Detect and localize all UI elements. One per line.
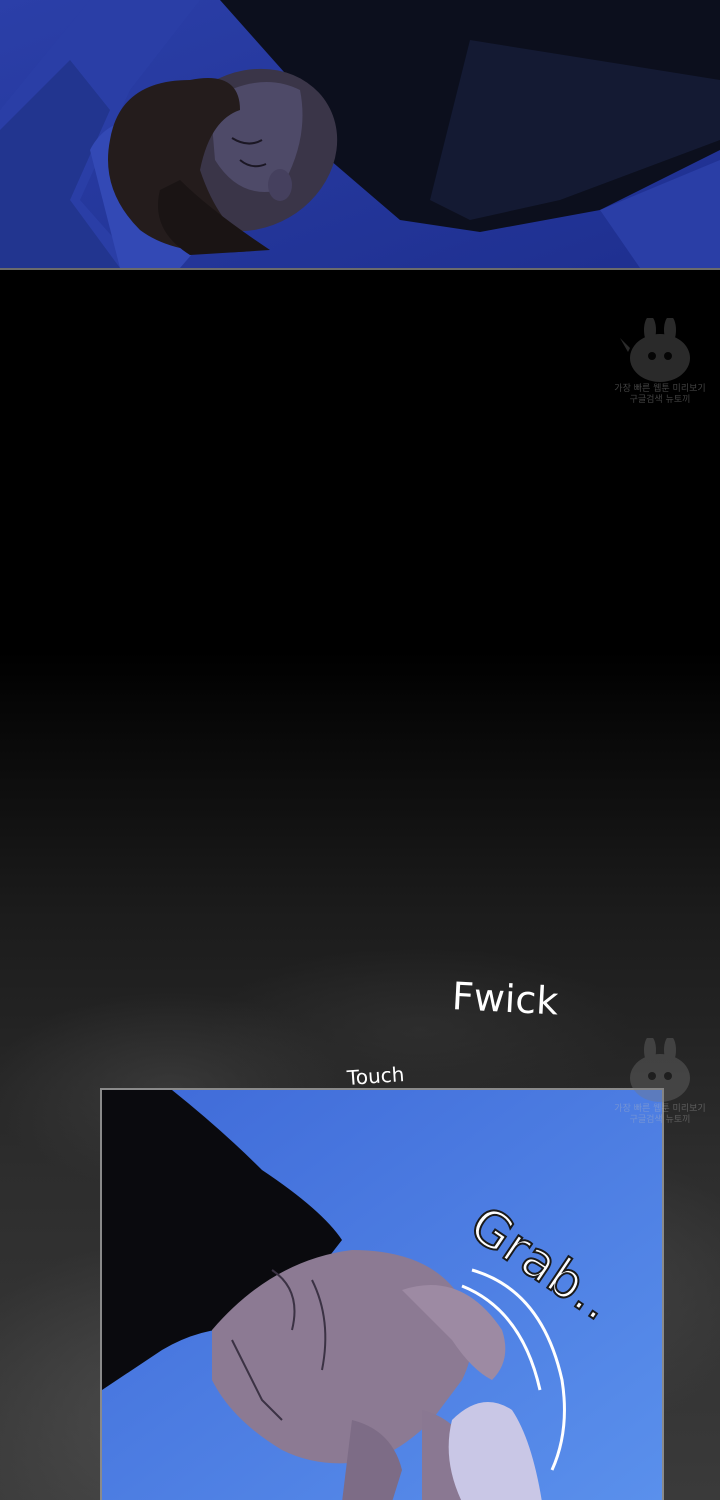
watermark-badge: 가장 빠른 웹툰 미리보기 구글검색 뉴토끼: [610, 1038, 710, 1128]
watermark-text: 가장 빠른 웹툰 미리보기 구글검색 뉴토끼: [610, 384, 710, 406]
watermark-text: 가장 빠른 웹툰 미리보기 구글검색 뉴토끼: [610, 1104, 710, 1126]
watermark-line2: 구글검색 뉴토끼: [629, 395, 691, 405]
sfx-fwick: Fwick: [450, 974, 560, 1024]
rabbit-logo-icon: [620, 318, 690, 382]
sleeping-figure-illustration: [0, 0, 720, 268]
watermark-badge: 가장 빠른 웹툰 미리보기 구글검색 뉴토끼: [610, 318, 710, 408]
panel-sleeping-figure: [0, 0, 720, 270]
comic-page: 가장 빠른 웹툰 미리보기 구글검색 뉴토끼 Fwick Touch 가장 빠른…: [0, 0, 720, 1500]
sfx-touch: Touch: [346, 1062, 406, 1090]
rabbit-logo-icon: [630, 1038, 690, 1102]
watermark-line2: 구글검색 뉴토끼: [629, 1115, 691, 1125]
watermark-line1: 가장 빠른 웹툰 미리보기: [614, 1104, 706, 1114]
watermark-line1: 가장 빠른 웹툰 미리보기: [614, 384, 706, 394]
